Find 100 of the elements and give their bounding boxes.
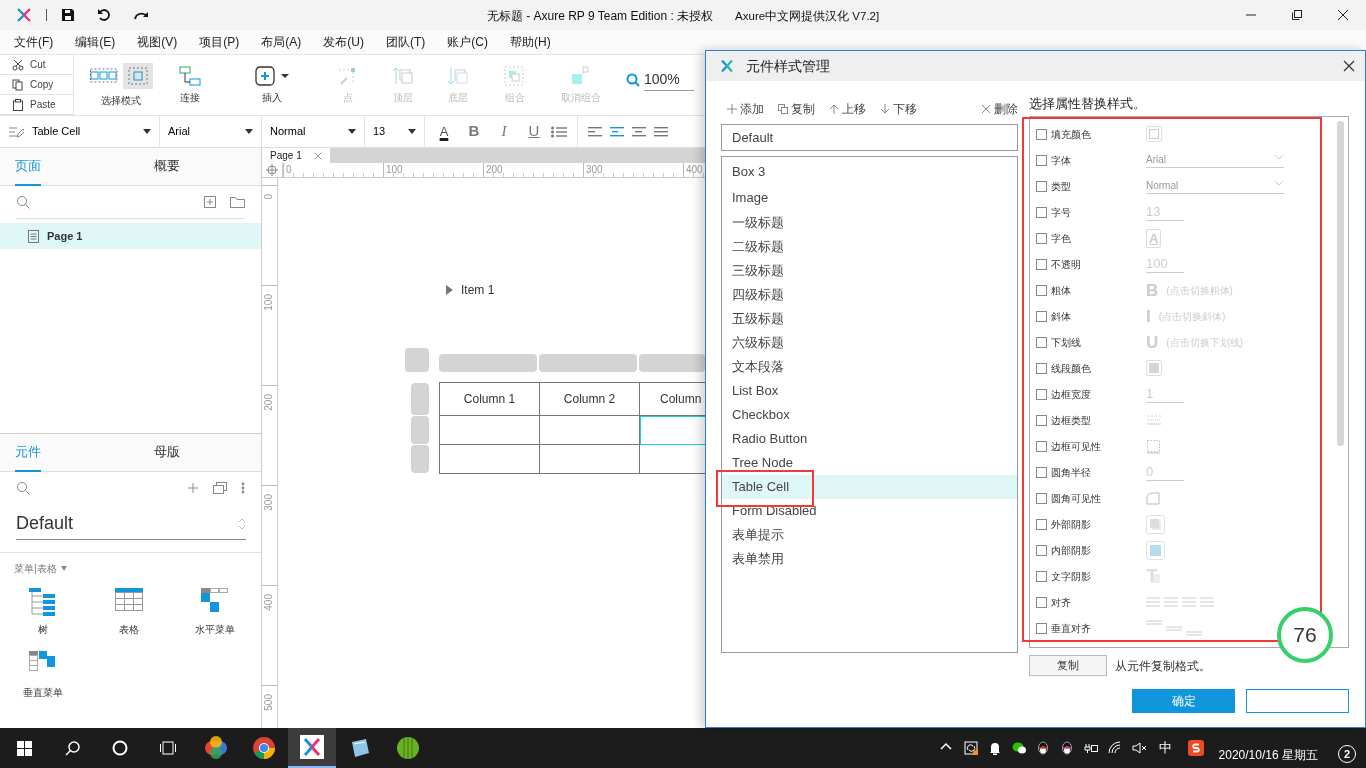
save-icon[interactable]: [61, 8, 75, 22]
category-toggle[interactable]: 菜单|表格: [14, 561, 67, 577]
menu-item[interactable]: 团队(T): [372, 30, 434, 54]
align-right-icon[interactable]: [632, 126, 646, 138]
dotted-square-icon[interactable]: [1146, 438, 1161, 454]
panel-tab[interactable]: 母版: [154, 434, 180, 473]
style-item[interactable]: 四级标题: [722, 283, 1017, 307]
menu-item[interactable]: 项目(P): [185, 30, 248, 54]
weight-dropdown[interactable]: Normal: [270, 123, 356, 140]
style-item[interactable]: 文本段落: [722, 355, 1017, 379]
menu-item[interactable]: 编辑(E): [61, 30, 124, 54]
checkbox[interactable]: [1036, 466, 1047, 478]
folder-icon[interactable]: [230, 196, 245, 209]
tree-item[interactable]: Item 1: [461, 281, 495, 300]
close-icon[interactable]: [1343, 60, 1355, 72]
panel-tab[interactable]: 概要: [154, 148, 180, 187]
menu-item[interactable]: 账户(C): [433, 30, 496, 54]
style-item[interactable]: Checkbox: [722, 403, 1017, 427]
checkbox[interactable]: [1036, 310, 1047, 322]
sync-icon[interactable]: [963, 741, 978, 755]
undo-icon[interactable]: [97, 8, 111, 22]
table-cell[interactable]: [539, 415, 640, 445]
style-item[interactable]: Box 3: [722, 159, 1017, 185]
menu-item[interactable]: 文件(F): [0, 30, 62, 54]
paste-button[interactable]: Paste: [0, 95, 73, 115]
task-view-icon[interactable]: [160, 740, 176, 756]
style-item[interactable]: Table Cell: [722, 475, 1017, 499]
tool-button[interactable]: 插入: [222, 55, 322, 115]
checkbox[interactable]: [1036, 440, 1047, 452]
copy-format-button[interactable]: 复制: [1029, 655, 1107, 676]
zoom-field[interactable]: 100%: [644, 69, 694, 91]
align-justify-icon[interactable]: [654, 126, 668, 138]
tree-widget-icon[interactable]: [29, 588, 57, 617]
align-left-icon[interactable]: [588, 126, 602, 138]
list-icon[interactable]: [551, 125, 567, 138]
input-method[interactable]: 中: [1150, 728, 1181, 768]
checkbox[interactable]: [1036, 362, 1047, 374]
expand-arrow-icon[interactable]: [446, 285, 453, 296]
secondary-button[interactable]: [1246, 689, 1349, 713]
add-style-button[interactable]: 添加: [727, 100, 764, 118]
size-dropdown[interactable]: 13: [373, 123, 416, 140]
checkbox[interactable]: [1036, 518, 1047, 530]
menu-item[interactable]: 帮助(H): [496, 30, 559, 54]
checkbox[interactable]: [1036, 284, 1047, 296]
table-handle[interactable]: [411, 416, 429, 445]
library-select[interactable]: Default: [16, 510, 246, 541]
table-handle[interactable]: [405, 348, 429, 373]
checkbox[interactable]: [1036, 414, 1047, 426]
maximize-icon[interactable]: [1291, 9, 1303, 21]
more-icon[interactable]: [241, 482, 245, 495]
table-cell[interactable]: [439, 444, 540, 474]
chat-bubbles-icon[interactable]: [1011, 741, 1026, 755]
checkbox[interactable]: [1036, 492, 1047, 504]
sogou-icon[interactable]: [1187, 740, 1204, 756]
font-dropdown[interactable]: Arial: [168, 123, 253, 140]
style-item[interactable]: 二级标题: [722, 235, 1017, 259]
checkbox[interactable]: [1036, 544, 1047, 556]
up-style-button[interactable]: 上移: [829, 100, 866, 118]
checkbox[interactable]: [1036, 596, 1047, 608]
battery-icon[interactable]: [1083, 741, 1098, 755]
style-item[interactable]: 五级标题: [722, 307, 1017, 331]
cut-button[interactable]: Cut: [0, 55, 73, 75]
checkbox[interactable]: [1036, 232, 1047, 244]
bold-button[interactable]: B: [461, 120, 487, 143]
copy-style-button[interactable]: 复制: [778, 100, 815, 118]
style-item[interactable]: 表单提示: [722, 523, 1017, 547]
search-icon[interactable]: [64, 740, 80, 756]
color-swatch-icon[interactable]: [1146, 126, 1162, 142]
tool-button[interactable]: 连接: [158, 55, 222, 115]
table-handle[interactable]: [439, 354, 537, 373]
style-item[interactable]: Tree Node: [722, 451, 1017, 475]
table-handle[interactable]: [411, 445, 429, 474]
close-icon[interactable]: [1337, 9, 1349, 21]
delete-style-button[interactable]: 删除: [981, 100, 1018, 118]
add-page-icon[interactable]: [204, 196, 216, 209]
table-handle[interactable]: [411, 383, 429, 416]
style-item[interactable]: 表单禁用: [722, 547, 1017, 571]
checkbox[interactable]: [1036, 388, 1047, 400]
checkbox[interactable]: [1036, 180, 1047, 192]
checkbox[interactable]: [1036, 258, 1047, 270]
select-mode-button[interactable]: [123, 62, 153, 89]
penguin-icon[interactable]: [1059, 741, 1074, 755]
checkbox[interactable]: [1036, 154, 1047, 166]
style-item[interactable]: 六级标题: [722, 331, 1017, 355]
checkbox[interactable]: [1036, 336, 1047, 348]
style-item[interactable]: List Box: [722, 379, 1017, 403]
style-item[interactable]: 三级标题: [722, 259, 1017, 283]
menu-item[interactable]: 视图(V): [123, 30, 186, 54]
scrollbar-thumb[interactable]: [1337, 121, 1344, 446]
windows-icon[interactable]: [16, 740, 32, 756]
style-dropdown[interactable]: Table Cell: [32, 123, 151, 140]
style-item[interactable]: Image: [722, 185, 1017, 211]
stack-icon[interactable]: [213, 482, 227, 495]
table-cell[interactable]: [439, 415, 540, 445]
menu-item[interactable]: 发布(U): [309, 30, 372, 54]
down-style-button[interactable]: 下移: [880, 100, 917, 118]
table-handle[interactable]: [639, 354, 705, 373]
taskbar-app[interactable]: [288, 728, 336, 768]
underline-button[interactable]: U: [521, 120, 547, 143]
color-button[interactable]: A: [431, 120, 457, 143]
